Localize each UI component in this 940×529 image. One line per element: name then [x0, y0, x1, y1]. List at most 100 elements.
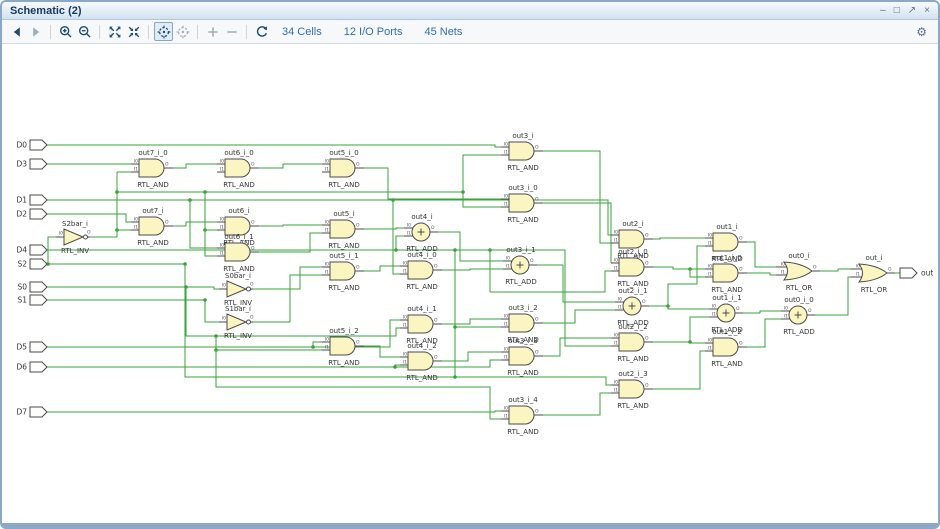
- net-wire[interactable]: [815, 276, 851, 316]
- settings-gear-icon[interactable]: ⚙: [916, 25, 927, 39]
- cell-out3_i[interactable]: I0 I1 Oout3_i RTL_AND: [501, 132, 543, 172]
- zoom-fit-button[interactable]: [105, 22, 124, 41]
- inverter-triangle-shape[interactable]: [226, 313, 248, 331]
- inverter-triangle-shape[interactable]: [63, 228, 85, 246]
- net-wire[interactable]: [438, 231, 503, 262]
- and-gate-shape[interactable]: [712, 263, 739, 283]
- cell-out6_i_0[interactable]: I0 I1 Oout6_i_0 RTL_AND: [217, 149, 259, 189]
- net-wire[interactable]: [47, 286, 219, 290]
- output-port-shape[interactable]: [899, 267, 918, 279]
- and-gate-shape[interactable]: [224, 242, 251, 262]
- and-gate-shape[interactable]: [508, 193, 535, 213]
- net-wire[interactable]: [259, 224, 322, 227]
- expand-cone-button[interactable]: [203, 22, 222, 41]
- input-port-shape[interactable]: [29, 361, 48, 373]
- net-wire[interactable]: [543, 392, 611, 416]
- net-wire[interactable]: [173, 221, 217, 227]
- cell-out7_i[interactable]: I0 I1 Oout7_i RTL_AND: [131, 207, 173, 247]
- input-port-shape[interactable]: [29, 258, 48, 270]
- net-wire[interactable]: [442, 268, 503, 271]
- net-wire[interactable]: [543, 309, 615, 324]
- net-wire[interactable]: [462, 154, 501, 192]
- cell-out0_i_0[interactable]: I0 I1 Oout0_i_0 RTL_ADD: [781, 296, 815, 336]
- and-gate-shape[interactable]: [407, 314, 434, 334]
- cell-out6_i[interactable]: I0I1Oout6_iRTL_AND: [217, 207, 259, 247]
- input-port-shape[interactable]: [29, 341, 48, 353]
- or-gate-shape[interactable]: [857, 263, 888, 283]
- cells-count-link[interactable]: 34 Cells: [282, 26, 322, 38]
- net-wire[interactable]: [364, 167, 501, 200]
- cell-out0_i[interactable]: I0 I1 Oout0_i RTL_OR: [776, 252, 820, 292]
- net-wire[interactable]: [204, 192, 217, 257]
- and-gate-shape[interactable]: [138, 158, 165, 178]
- cell-out5_i_1[interactable]: I0 I1 Oout5_i_1 RTL_AND: [322, 252, 364, 292]
- cell-out7_i_0[interactable]: I0 I1 Oout7_i_0 RTL_AND: [131, 149, 173, 189]
- and-gate-shape[interactable]: [329, 336, 356, 356]
- and-gate-shape[interactable]: [618, 229, 645, 249]
- net-wire[interactable]: [743, 310, 781, 314]
- and-gate-shape[interactable]: [329, 158, 356, 178]
- maximize-button[interactable]: □: [894, 5, 900, 16]
- schematic-svg[interactable]: D0 D3 D1 D2 D4 S2 S0 S1 D5 D6 D7 out I0 O S2bar_i RTL_I…: [2, 44, 938, 529]
- net-wire[interactable]: [820, 268, 851, 272]
- cell-out3_i_4[interactable]: I0 I1 Oout3_i_4 RTL_AND: [501, 396, 543, 436]
- net-wire[interactable]: [649, 305, 709, 310]
- port-D4[interactable]: D4: [16, 244, 48, 256]
- back-button[interactable]: [7, 22, 26, 41]
- input-port-shape[interactable]: [29, 294, 48, 306]
- net-wire[interactable]: [253, 266, 322, 290]
- port-D5[interactable]: D5: [16, 341, 48, 353]
- cell-out2_i_2[interactable]: I0 I1 Oout2_i_2 RTL_AND: [611, 323, 653, 363]
- and-gate-shape[interactable]: [712, 337, 739, 357]
- and-gate-shape[interactable]: [712, 232, 739, 252]
- net-wire[interactable]: [537, 264, 615, 303]
- net-wire[interactable]: [653, 341, 705, 344]
- port-D1[interactable]: D1: [16, 194, 48, 206]
- net-wire[interactable]: [259, 232, 322, 253]
- port-S0[interactable]: S0: [17, 281, 48, 293]
- and-gate-shape[interactable]: [508, 405, 535, 425]
- schematic-canvas[interactable]: D0 D3 D1 D2 D4 S2 S0 S1 D5 D6 D7 out I0 O S2bar_i RTL_I…: [2, 44, 938, 523]
- net-wire[interactable]: [543, 150, 611, 244]
- and-gate-shape[interactable]: [224, 158, 251, 178]
- net-wire[interactable]: [442, 318, 501, 325]
- net-wire[interactable]: [364, 227, 404, 230]
- net-wire[interactable]: [47, 213, 131, 223]
- port-D3[interactable]: D3: [16, 158, 48, 170]
- port-S1[interactable]: S1: [17, 294, 48, 306]
- zoom-out-button[interactable]: [75, 22, 94, 41]
- net-wire[interactable]: [47, 410, 501, 413]
- regenerate-button[interactable]: [252, 22, 271, 41]
- and-gate-shape[interactable]: [329, 219, 356, 239]
- port-D0[interactable]: D0: [16, 139, 48, 151]
- cell-out4_i_2[interactable]: I0 I1 Oout4_i_2 RTL_AND: [400, 342, 442, 382]
- and-gate-shape[interactable]: [508, 346, 535, 366]
- and-gate-shape[interactable]: [407, 260, 434, 280]
- net-wire[interactable]: [395, 235, 404, 250]
- and-gate-shape[interactable]: [138, 216, 165, 236]
- net-wire[interactable]: [543, 202, 612, 263]
- input-port-shape[interactable]: [29, 281, 48, 293]
- titlebar[interactable]: Schematic (2) – □ ↗ ×: [2, 2, 938, 20]
- input-port-shape[interactable]: [29, 244, 48, 256]
- inverter-triangle-shape[interactable]: [226, 280, 248, 298]
- net-wire[interactable]: [653, 237, 705, 240]
- net-wire[interactable]: [47, 144, 501, 148]
- cell-out5_i[interactable]: I0 I1 Oout5_i RTL_AND: [322, 210, 364, 250]
- float-button[interactable]: ↗: [908, 5, 916, 16]
- and-gate-shape[interactable]: [329, 261, 356, 281]
- and-gate-shape[interactable]: [618, 332, 645, 352]
- cell-out_i[interactable]: I0 I1 Oout_i RTL_OR: [851, 254, 895, 294]
- net-wire[interactable]: [253, 274, 322, 323]
- zoom-in-button[interactable]: [56, 22, 75, 41]
- autofit-disabled-button[interactable]: [173, 22, 192, 41]
- net-wire[interactable]: [667, 245, 705, 306]
- cell-out2_i_3[interactable]: I0 I1 Oout2_i_3 RTL_AND: [611, 370, 653, 410]
- or-gate-shape[interactable]: [782, 261, 813, 281]
- cell-out4_i_0[interactable]: I0 I1 Oout4_i_0 RTL_AND: [400, 251, 442, 291]
- net-wire[interactable]: [185, 287, 400, 337]
- port-D6[interactable]: D6: [16, 361, 48, 373]
- input-port-shape[interactable]: [29, 208, 48, 220]
- input-port-shape[interactable]: [29, 194, 48, 206]
- net-wire[interactable]: [653, 350, 705, 390]
